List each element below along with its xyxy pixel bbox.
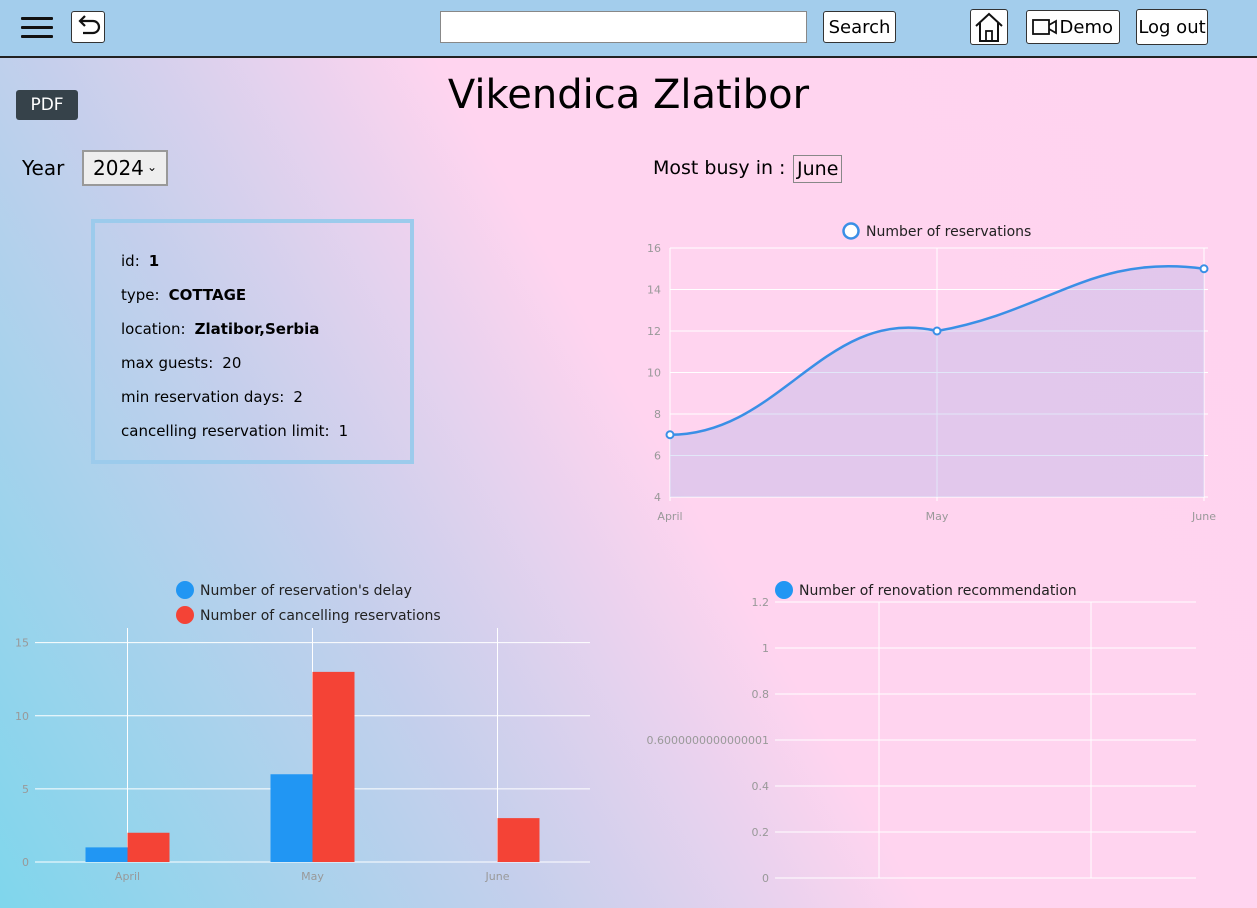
y-tick-label: 0 <box>762 872 769 885</box>
renovation-chart: 0 0.2 0.4 0.6000000000000001 0.8 1 1.2 Number o… <box>647 581 1196 885</box>
y-tick-label: 0.8 <box>752 688 770 701</box>
legend-marker <box>775 581 793 599</box>
y-tick-label: 1.2 <box>752 596 770 609</box>
y-tick-label: 1 <box>762 642 769 655</box>
y-tick-label: 0.4 <box>752 780 770 793</box>
legend-label: Number of renovation recommendation <box>799 583 1077 599</box>
y-tick-label: 0.6000000000000001 <box>647 734 769 747</box>
y-tick-label: 0.2 <box>752 826 770 839</box>
